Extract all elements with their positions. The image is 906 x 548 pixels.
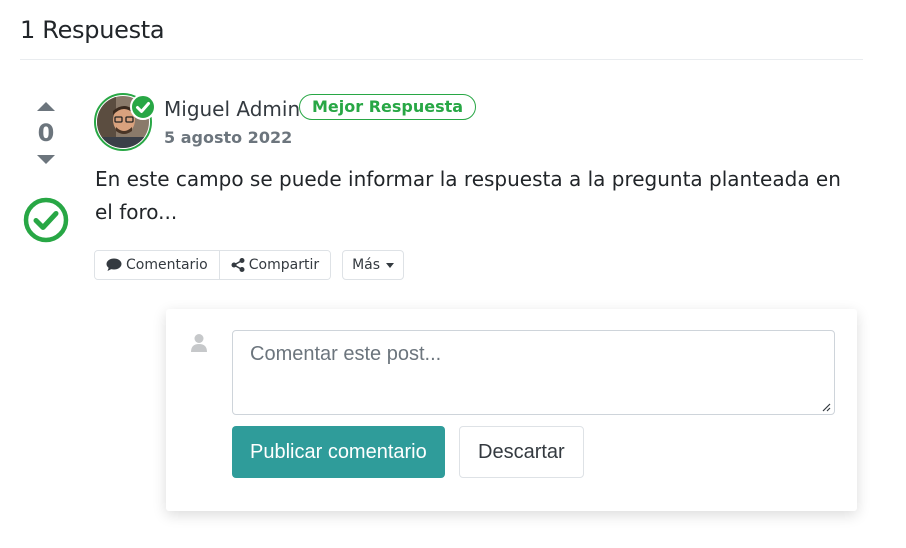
more-button-label: Más <box>352 257 381 273</box>
caret-down-icon <box>386 262 395 268</box>
post-date: 5 agosto 2022 <box>164 128 293 147</box>
user-icon <box>191 334 207 352</box>
publish-comment-button[interactable]: Publicar comentario <box>232 426 445 478</box>
verified-badge-icon <box>130 94 156 120</box>
share-button[interactable]: Compartir <box>218 251 331 279</box>
share-button-label: Compartir <box>248 257 320 273</box>
comment-button-label: Comentario <box>126 257 208 273</box>
vote-up-icon[interactable] <box>37 102 55 111</box>
answer-actions: Comentario Compartir Más <box>94 250 405 280</box>
answers-count: 1 Respuesta <box>20 16 165 44</box>
share-icon <box>231 258 245 272</box>
comment-button[interactable]: Comentario <box>95 251 219 279</box>
more-dropdown-button[interactable]: Más <box>342 250 405 280</box>
discard-button[interactable]: Descartar <box>459 426 584 478</box>
comment-icon <box>106 258 122 271</box>
vote-count: 0 <box>37 119 55 147</box>
accepted-check-icon[interactable] <box>23 197 69 243</box>
answer-body: En este campo se puede informar la respu… <box>95 167 841 224</box>
best-answer-badge: Mejor Respuesta <box>299 94 477 120</box>
author-name[interactable]: Miguel Admin <box>164 97 300 121</box>
vote-column: 0 <box>20 96 72 243</box>
comment-input[interactable] <box>232 330 835 415</box>
action-button-group: Comentario Compartir <box>94 250 332 280</box>
vote-down-icon[interactable] <box>37 155 55 164</box>
divider <box>20 59 863 60</box>
comment-form: Publicar comentario Descartar <box>166 309 857 511</box>
resize-grip-icon[interactable] <box>821 402 831 412</box>
